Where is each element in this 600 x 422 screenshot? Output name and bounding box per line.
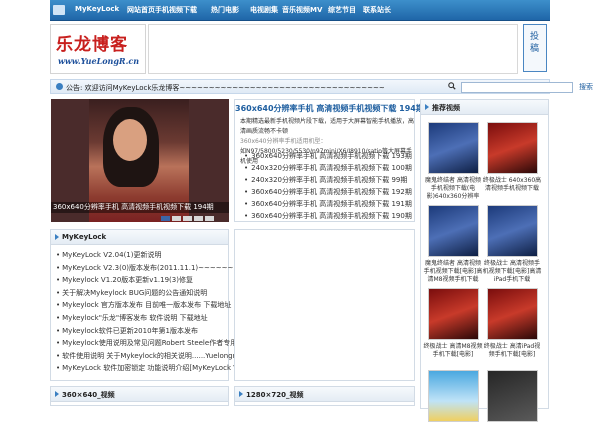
featured-photo-face xyxy=(113,119,147,161)
list-item[interactable]: 360x640分辨率手机 高清视频手机视频下载 192期 xyxy=(244,186,412,198)
panel-title: 推荐视频 xyxy=(432,104,460,112)
panel-title[interactable]: 360×640_视频 xyxy=(62,390,115,400)
video-caption[interactable]: 终极战士 高清视频手机视频下载[电影]高清iPad手机下载 xyxy=(482,260,542,284)
header-banner xyxy=(148,24,518,74)
slider-dots xyxy=(161,215,216,222)
top-nav: MyKeyLock 网站首页 手机视频下载 热门电影 电视剧集 音乐视频MV 综… xyxy=(50,0,550,21)
logo-url: www.YueLongR.cn xyxy=(58,56,140,66)
article-title[interactable]: 360x640分辨率手机 高清视频手机视频下载 194期 xyxy=(235,103,424,114)
submit-button[interactable]: 投稿 xyxy=(523,24,547,72)
nav-item-movies[interactable]: 热门电影 xyxy=(211,5,239,15)
video-thumbnail[interactable] xyxy=(487,370,538,422)
video-caption[interactable]: 终极战士 高清iPad视频手机下载[电影] xyxy=(482,343,542,359)
notice-text: 公告: 欢迎访问MyKeyLock乐龙博客~~~~~~~~~~~~~~~~~~~… xyxy=(66,84,385,92)
video-360-panel: 360×640_视频 xyxy=(50,386,229,406)
ad-panel xyxy=(234,229,415,381)
video-caption[interactable]: 魔鬼终结者 高清视频手机视频下载[电影]高清M8视频手机下载 xyxy=(423,260,483,284)
nav-item-contact[interactable]: 联系站长 xyxy=(363,5,391,15)
slider-caption[interactable]: 360x640分辨率手机 高清视频手机视频下载 194期 xyxy=(51,202,229,213)
video-thumbnail[interactable] xyxy=(487,205,538,257)
list-item[interactable]: 240x320分辨率手机 高清视频手机视频下载 99期 xyxy=(244,174,412,186)
video-thumbnail[interactable] xyxy=(428,370,479,422)
search-button[interactable]: 搜索 xyxy=(577,82,595,92)
list-item[interactable]: 240x320分辨率手机 高清视频手机视频下载 100期 xyxy=(244,162,412,174)
slider-dot[interactable] xyxy=(183,216,192,221)
home-icon[interactable] xyxy=(53,5,65,15)
panel-arrow-icon xyxy=(55,234,59,240)
panel-arrow-icon xyxy=(55,391,59,397)
panel-arrow-icon xyxy=(425,104,429,110)
notice-bar: 公告: 欢迎访问MyKeyLock乐龙博客~~~~~~~~~~~~~~~~~~~… xyxy=(50,79,593,94)
mykeylock-panel: MyKeyLock MyKeyLock V2.04(1)更新说明 MyKeyLo… xyxy=(50,229,265,381)
video-caption[interactable]: 终极战士 高清M8视频手机下载[电影] xyxy=(423,343,483,359)
search-input[interactable] xyxy=(461,82,573,93)
nav-item-tv[interactable]: 电视剧集 xyxy=(250,5,278,15)
featured-slider[interactable]: 360x640分辨率手机 高清视频手机视频下载 194期 xyxy=(51,99,229,222)
video-caption[interactable]: 魔鬼终结者 高清视频手机视频下载(电影)640x360分辨率 xyxy=(423,177,483,201)
video-caption[interactable]: 终极战士 640x360高清视频手机视频下载 xyxy=(482,177,542,193)
video-thumbnail[interactable] xyxy=(487,288,538,340)
nav-item-variety[interactable]: 综艺节目 xyxy=(328,5,356,15)
slider-dot[interactable] xyxy=(172,216,181,221)
recommend-panel: 推荐视频 魔鬼终结者 高清视频手机视频下载(电影)640x360分辨率 终极战士… xyxy=(420,99,549,422)
nav-item-home[interactable]: 网站首页 xyxy=(127,5,155,15)
video-thumbnail[interactable] xyxy=(487,122,538,174)
notice-icon xyxy=(56,83,63,90)
slider-dot[interactable] xyxy=(194,216,203,221)
nav-item-mykeylock[interactable]: MyKeyLock xyxy=(75,5,119,13)
video-thumbnail[interactable] xyxy=(428,122,479,174)
panel-title: MyKeyLock xyxy=(62,233,107,241)
submit-button-label: 投稿 xyxy=(530,32,540,54)
video-thumbnail[interactable] xyxy=(428,205,479,257)
list-item[interactable]: 360x640分辨率手机 高清视频手机视频下载 193期 xyxy=(244,150,412,162)
panel-header: MyKeyLock xyxy=(51,230,228,245)
list-item[interactable]: 360x640分辨率手机 高清视频手机视频下载 190期 xyxy=(244,210,412,222)
video-thumbnail[interactable] xyxy=(428,288,479,340)
slider-dot[interactable] xyxy=(161,216,170,221)
slider-dot[interactable] xyxy=(205,216,214,221)
panel-header: 推荐视频 xyxy=(421,100,548,115)
nav-item-mobile-video[interactable]: 手机视频下载 xyxy=(155,5,197,15)
article-list: 360x640分辨率手机 高清视频手机视频下载 193期 240x320分辨率手… xyxy=(244,150,412,222)
site-logo[interactable]: 乐龙博客 www.YueLongR.cn xyxy=(50,24,146,74)
panel-title[interactable]: 1280×720_视频 xyxy=(246,390,303,400)
panel-arrow-icon xyxy=(239,391,243,397)
featured-article: 360x640分辨率手机 高清视频手机视频下载 194期 本期精选最新手机视频片… xyxy=(234,99,424,222)
video-1280-panel: 1280×720_视频 xyxy=(234,386,415,406)
nav-item-music-mv[interactable]: 音乐视频MV xyxy=(282,5,322,15)
search-icon xyxy=(448,82,456,90)
logo-title: 乐龙博客 xyxy=(56,35,128,55)
list-item[interactable]: 360x640分辨率手机 高清视频手机视频下载 191期 xyxy=(244,198,412,210)
